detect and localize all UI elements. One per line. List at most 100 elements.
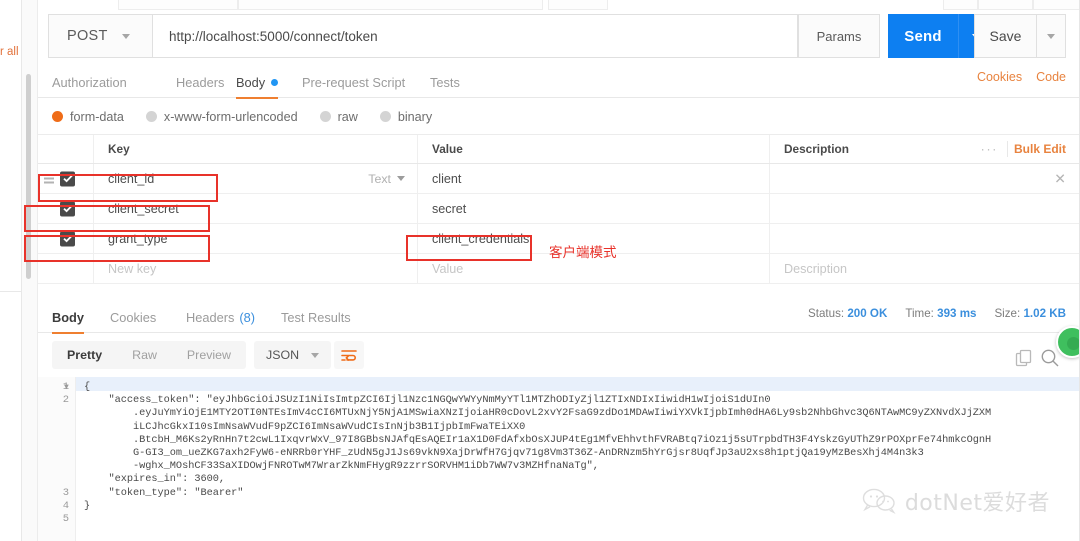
- chevron-down-icon: [311, 352, 320, 358]
- code-line: }: [84, 499, 91, 512]
- tab-body[interactable]: Body: [236, 66, 279, 99]
- code-line: G-GI3_om_ueZKG7axh2FyW6-eNRRb0rYHF_zUdN5…: [84, 447, 924, 460]
- radio-raw[interactable]: raw: [319, 109, 358, 124]
- radio-label: raw: [337, 109, 358, 124]
- row-key-cell[interactable]: grant_type: [94, 224, 418, 253]
- row-checkbox[interactable]: [60, 171, 75, 186]
- radio-binary[interactable]: binary: [379, 109, 433, 124]
- tab-cell[interactable]: [548, 0, 608, 10]
- row-key-value: client_id: [108, 171, 155, 186]
- view-mode-raw[interactable]: Raw: [117, 341, 172, 369]
- http-method-label: POST: [67, 28, 108, 44]
- close-icon[interactable]: ✕: [1054, 170, 1066, 187]
- radio-label: binary: [397, 109, 433, 124]
- params-button[interactable]: Params: [798, 14, 880, 58]
- row-description-cell[interactable]: ✕: [770, 164, 1080, 193]
- headers-count-badge: (8): [239, 310, 256, 325]
- response-tab-test-results[interactable]: Test Results: [281, 302, 351, 333]
- unsaved-dot-icon: [271, 78, 279, 86]
- format-label: JSON: [266, 348, 300, 362]
- view-mode-preview[interactable]: Preview: [172, 341, 246, 369]
- tab-tests[interactable]: Tests: [430, 66, 460, 98]
- header-cell-description: Description ··· Bulk Edit: [770, 135, 1080, 163]
- tab-cell[interactable]: [238, 0, 543, 10]
- word-wrap-toggle[interactable]: [334, 341, 364, 369]
- search-button[interactable]: [1040, 348, 1060, 373]
- line-number: 4: [62, 499, 69, 512]
- row-description-cell[interactable]: [770, 194, 1080, 223]
- tab-cell[interactable]: [118, 0, 238, 10]
- bulk-edit-button[interactable]: Bulk Edit: [1014, 142, 1066, 156]
- status-badge[interactable]: [1056, 326, 1080, 358]
- radio-x-www-form-urlencoded[interactable]: x-www-form-urlencoded: [145, 110, 298, 124]
- row-value-text: client: [432, 171, 462, 186]
- row-key-cell[interactable]: client_secret: [94, 194, 418, 223]
- tab-cell[interactable]: [978, 0, 1033, 10]
- tab-pre-request-script[interactable]: Pre-request Script: [302, 66, 405, 98]
- new-key-cell[interactable]: New key: [94, 254, 418, 283]
- wechat-icon: [862, 488, 896, 514]
- view-mode-segmented: Pretty Raw Preview: [52, 341, 246, 369]
- column-header-value: Value: [432, 142, 463, 156]
- tab-headers[interactable]: Headers: [176, 66, 224, 98]
- url-input[interactable]: http://localhost:5000/connect/token: [152, 14, 798, 58]
- save-options-button[interactable]: [1036, 14, 1066, 58]
- row-key-value: grant_type: [108, 231, 168, 246]
- sidebar-clear-all-label[interactable]: r all: [0, 46, 22, 58]
- radio-label: form-data: [70, 109, 124, 124]
- status-label: Status:: [808, 307, 845, 320]
- response-tab-headers[interactable]: Headers (8): [186, 302, 255, 333]
- header-cell-value: Value: [418, 135, 770, 163]
- tab-label: Authorization: [52, 74, 127, 90]
- request-tabs: Authorization Headers Body Pre-request S…: [38, 66, 1080, 99]
- word-wrap-icon: [341, 349, 357, 361]
- save-button[interactable]: Save: [974, 14, 1036, 58]
- header-links: Cookies Code: [977, 70, 1066, 84]
- tab-label: Pre-request Script: [302, 74, 406, 90]
- radio-icon: [319, 111, 331, 122]
- send-button[interactable]: Send: [888, 14, 958, 58]
- row-value-cell[interactable]: secret: [418, 194, 770, 223]
- radio-form-data[interactable]: form-data: [52, 110, 124, 124]
- row-key-cell[interactable]: client_id Text: [94, 164, 418, 193]
- response-tab-cookies[interactable]: Cookies: [110, 302, 156, 333]
- vertical-scrollbar[interactable]: [26, 74, 31, 279]
- drag-handle-icon[interactable]: [44, 174, 54, 183]
- more-options-icon[interactable]: ···: [981, 142, 999, 157]
- tab-authorization[interactable]: Authorization: [52, 66, 127, 98]
- radio-icon: [145, 111, 157, 122]
- view-mode-pretty[interactable]: Pretty: [52, 341, 117, 369]
- row-description-cell[interactable]: [770, 224, 1080, 253]
- tab-cell[interactable]: [943, 0, 978, 10]
- value-type-dropdown[interactable]: Text: [368, 172, 405, 186]
- copy-button[interactable]: [1015, 349, 1033, 372]
- row-checkbox[interactable]: [60, 231, 75, 246]
- code-line: .eyJuYmYiOjE1MTY2OTI0NTEsImV4cCI6MTUxNjY…: [84, 407, 992, 420]
- code-line: "token_type": "Bearer": [84, 486, 244, 499]
- size-label: Size:: [994, 307, 1021, 320]
- line-number: 5: [62, 512, 69, 525]
- row-check-cell: [38, 194, 94, 223]
- fold-toggle-icon[interactable]: ▼: [64, 381, 69, 394]
- code-link[interactable]: Code: [1036, 70, 1066, 84]
- cookies-link[interactable]: Cookies: [977, 70, 1022, 84]
- code-line-numbers: 1 2 3 4 5 ▼: [38, 377, 76, 541]
- chevron-down-icon: [1047, 33, 1055, 39]
- row-check-cell: [38, 164, 94, 193]
- table-row: client_id Text client ✕: [38, 164, 1080, 194]
- format-dropdown[interactable]: JSON: [254, 341, 332, 369]
- tab-label: Body: [52, 310, 84, 325]
- column-header-key: Key: [108, 142, 130, 156]
- code-line: {: [84, 381, 91, 393]
- response-tab-body[interactable]: Body: [52, 302, 84, 334]
- row-value-cell[interactable]: client: [418, 164, 770, 193]
- http-method-selector[interactable]: POST: [48, 14, 152, 58]
- tab-cell[interactable]: [1033, 0, 1080, 10]
- line-number: 2: [62, 394, 69, 407]
- new-description-cell[interactable]: Description: [770, 254, 1080, 283]
- code-line: "access_token": "eyJhbGciOiJSUzI1NiIsImt…: [84, 394, 771, 407]
- code-line: iLCJhcGkxI10sImNsaWVudF9pZCI6ImNsaWVudCI…: [84, 420, 526, 433]
- row-check-cell: [38, 254, 94, 283]
- radio-icon: [52, 111, 63, 122]
- row-checkbox[interactable]: [60, 201, 75, 216]
